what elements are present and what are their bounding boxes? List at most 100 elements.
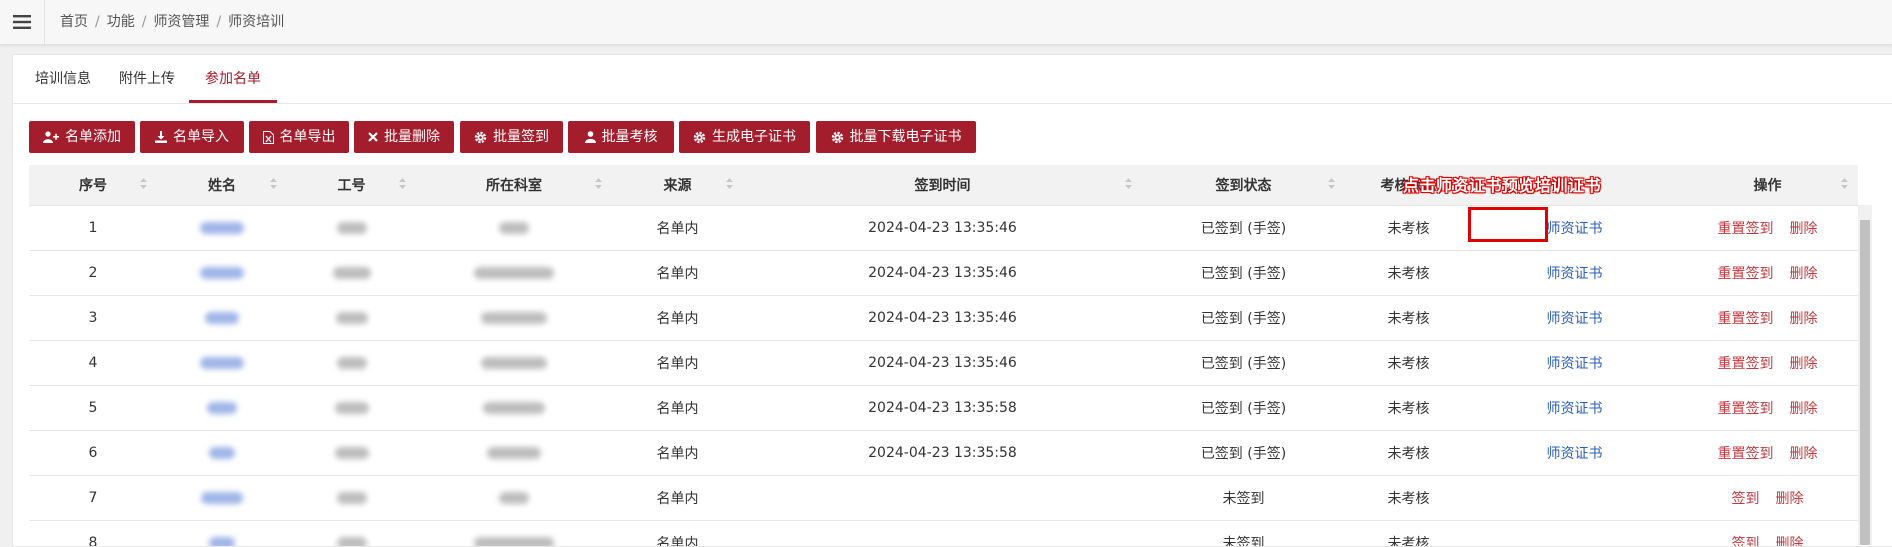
cell-actions: 重置签到删除 (1677, 251, 1858, 296)
cell-employee-id (287, 521, 416, 547)
reset-signin-link[interactable]: 重置签到 (1718, 401, 1774, 417)
certificate-link[interactable]: 师资证书 (1547, 401, 1603, 417)
table-row: 8 名单内 未签到 未考核 签到删除 (29, 521, 1858, 547)
export-list-button[interactable]: 名单导出 (249, 121, 349, 153)
delete-link[interactable]: 删除 (1776, 536, 1804, 547)
delete-link[interactable]: 删除 (1790, 446, 1818, 462)
cell-name[interactable] (157, 296, 287, 341)
cell-source: 名单内 (612, 251, 743, 296)
cell-employee-id (287, 206, 416, 251)
sort-icon (726, 178, 733, 189)
delete-link[interactable]: 删除 (1790, 356, 1818, 372)
table-row: 5 名单内 2024-04-23 13:35:58 已签到 (手签) 未考核 师… (29, 386, 1858, 431)
cell-signin-time: 2024-04-23 13:35:58 (743, 431, 1142, 476)
reset-signin-link[interactable]: 重置签到 (1718, 221, 1774, 237)
col-header-signin-time[interactable]: 签到时间 (743, 165, 1142, 206)
delete-link[interactable]: 删除 (1790, 311, 1818, 327)
cell-actions: 重置签到删除 (1677, 341, 1858, 386)
cell-name[interactable] (157, 521, 287, 547)
cell-signin-time: 2024-04-23 13:35:46 (743, 296, 1142, 341)
cell-signin-time (743, 521, 1142, 547)
table-row: 3 名单内 2024-04-23 13:35:46 已签到 (手签) 未考核 师… (29, 296, 1858, 341)
cell-certificate: 师资证书 (1472, 251, 1677, 296)
col-header-department[interactable]: 所在科室 (416, 165, 612, 206)
cell-actions: 签到删除 (1677, 476, 1858, 521)
cell-certificate: 师资证书 (1472, 431, 1677, 476)
redacted-department (481, 312, 547, 324)
delete-link[interactable]: 删除 (1790, 266, 1818, 282)
cell-name[interactable] (157, 251, 287, 296)
breadcrumb-teacher-management[interactable]: 师资管理 (153, 14, 209, 30)
redacted-name (200, 267, 244, 279)
delete-link[interactable]: 删除 (1790, 221, 1818, 237)
batch-signin-button[interactable]: 批量签到 (460, 121, 563, 153)
cell-signin-time: 2024-04-23 13:35:58 (743, 386, 1142, 431)
redacted-id (335, 447, 369, 459)
reset-signin-link[interactable]: 重置签到 (1718, 266, 1774, 282)
cell-name[interactable] (157, 431, 287, 476)
tab-training-info[interactable]: 培训信息 (29, 55, 97, 103)
tab-participant-list[interactable]: 参加名单 (189, 55, 277, 103)
cell-assess-status: 未考核 (1345, 296, 1472, 341)
cell-name[interactable] (157, 476, 287, 521)
redacted-name (201, 492, 243, 504)
breadcrumb-function[interactable]: 功能 (107, 14, 135, 30)
sort-icon (270, 178, 277, 189)
sort-icon (1328, 178, 1335, 189)
cell-name[interactable] (157, 386, 287, 431)
cell-assess-status: 未考核 (1345, 476, 1472, 521)
cell-signin-time: 2024-04-23 13:35:46 (743, 206, 1142, 251)
certificate-link[interactable]: 师资证书 (1547, 221, 1603, 237)
col-header-no[interactable]: 序号 (29, 165, 157, 206)
col-header-actions[interactable]: 操作 (1677, 165, 1858, 206)
cell-signin-status: 未签到 (1142, 521, 1345, 547)
participant-table: 序号 姓名 工号 所在科室 来源 签到时间 签到状态 考核状态 操作 1 名单内… (29, 165, 1858, 547)
reset-signin-link[interactable]: 重置签到 (1718, 356, 1774, 372)
batch-delete-button[interactable]: 批量删除 (354, 121, 454, 153)
batch-download-certificate-button[interactable]: 批量下载电子证书 (816, 121, 976, 153)
tab-attachment-upload[interactable]: 附件上传 (113, 55, 181, 103)
cell-actions: 重置签到删除 (1677, 296, 1858, 341)
certificate-link[interactable]: 师资证书 (1547, 446, 1603, 462)
signin-link[interactable]: 签到 (1732, 491, 1760, 507)
delete-link[interactable]: 删除 (1776, 491, 1804, 507)
table-row: 4 名单内 2024-04-23 13:35:46 已签到 (手签) 未考核 师… (29, 341, 1858, 386)
certificate-link[interactable]: 师资证书 (1547, 356, 1603, 372)
cell-name[interactable] (157, 341, 287, 386)
cell-department (416, 296, 612, 341)
col-header-source[interactable]: 来源 (612, 165, 743, 206)
cell-actions: 重置签到删除 (1677, 386, 1858, 431)
redacted-department (474, 537, 554, 547)
redacted-department (483, 402, 545, 414)
cell-assess-status: 未考核 (1345, 251, 1472, 296)
cell-no: 2 (29, 251, 157, 296)
signin-link[interactable]: 签到 (1732, 536, 1760, 547)
cell-actions: 重置签到删除 (1677, 431, 1858, 476)
delete-link[interactable]: 删除 (1790, 401, 1818, 417)
cell-source: 名单内 (612, 431, 743, 476)
reset-signin-link[interactable]: 重置签到 (1718, 311, 1774, 327)
cell-name[interactable] (157, 206, 287, 251)
reset-signin-link[interactable]: 重置签到 (1718, 446, 1774, 462)
sort-icon (1841, 178, 1848, 189)
redacted-name (205, 312, 239, 324)
cell-department (416, 206, 612, 251)
cell-certificate: 师资证书 (1472, 386, 1677, 431)
cell-signin-status: 已签到 (手签) (1142, 251, 1345, 296)
add-list-button[interactable]: 名单添加 (29, 121, 135, 153)
col-header-signin-status[interactable]: 签到状态 (1142, 165, 1345, 206)
generate-certificate-button[interactable]: 生成电子证书 (679, 121, 810, 153)
col-header-employee-id[interactable]: 工号 (287, 165, 416, 206)
scrollbar-thumb[interactable] (1860, 220, 1870, 545)
breadcrumb-home[interactable]: 首页 (60, 14, 88, 30)
import-list-button[interactable]: 名单导入 (140, 121, 244, 153)
vertical-scrollbar[interactable] (1858, 205, 1872, 545)
batch-assess-button[interactable]: 批量考核 (568, 121, 674, 153)
cell-source: 名单内 (612, 521, 743, 547)
col-header-name[interactable]: 姓名 (157, 165, 287, 206)
certificate-link[interactable]: 师资证书 (1547, 266, 1603, 282)
menu-toggle-button[interactable] (0, 0, 45, 44)
certificate-link[interactable]: 师资证书 (1547, 311, 1603, 327)
main-panel: 培训信息 附件上传 参加名单 名单添加 名单导入 名单导出 批量删除 (12, 54, 1892, 547)
hamburger-icon (13, 15, 31, 29)
